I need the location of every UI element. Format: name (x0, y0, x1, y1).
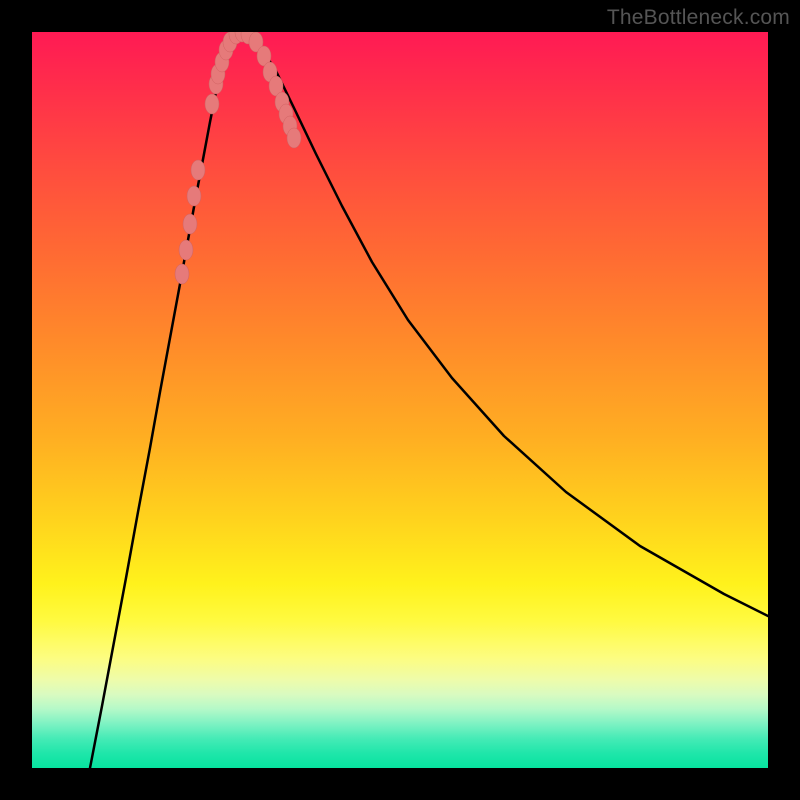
plot-area (32, 32, 768, 768)
watermark-text: TheBottleneck.com (607, 6, 790, 30)
curve-marker (205, 94, 219, 114)
curve-svg (32, 32, 768, 768)
curve-marker (179, 240, 193, 260)
curve-marker (187, 186, 201, 206)
bottleneck-curve (90, 34, 768, 768)
curve-marker (191, 160, 205, 180)
curve-marker (287, 128, 301, 148)
curve-markers (175, 32, 301, 284)
curve-marker (175, 264, 189, 284)
curve-marker (183, 214, 197, 234)
chart-frame: TheBottleneck.com (0, 0, 800, 800)
